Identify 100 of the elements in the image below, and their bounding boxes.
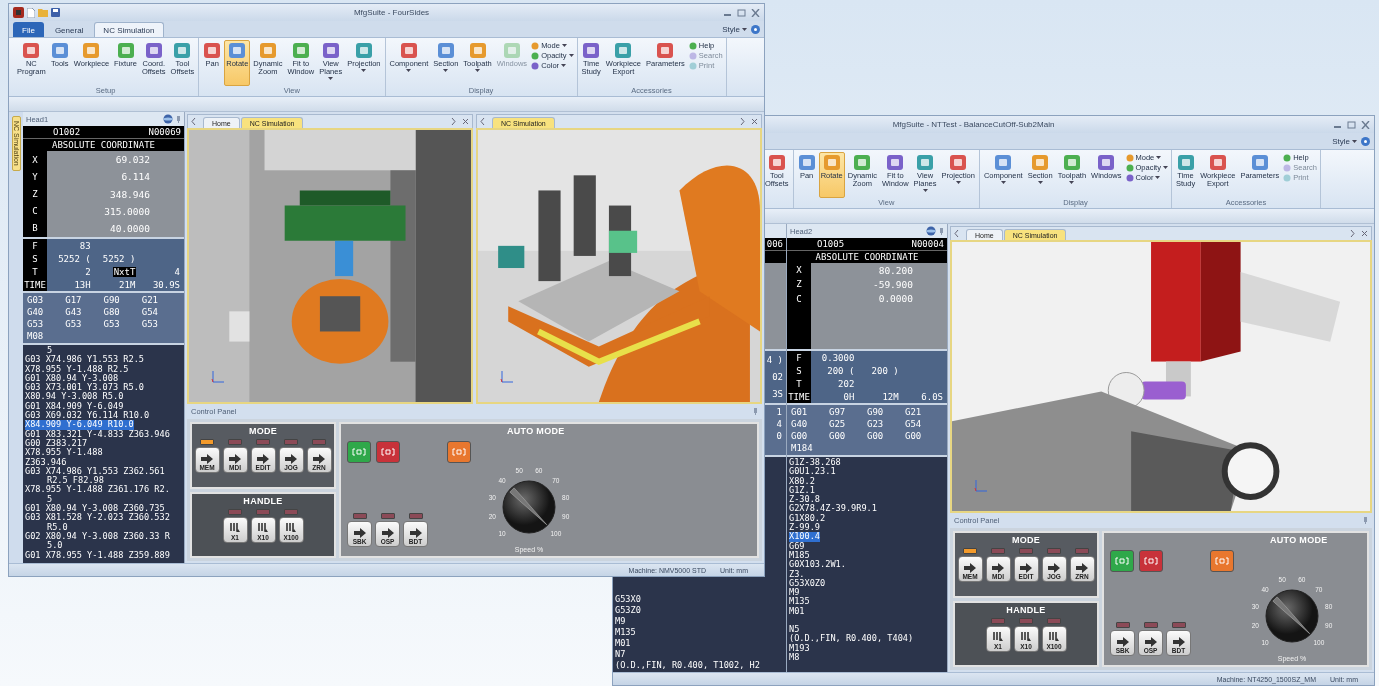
cycle-button[interactable] (1139, 550, 1163, 572)
axis-triad-icon (500, 370, 514, 384)
code-line[interactable]: (O.D.,FIN, R0.400, T404) (789, 634, 914, 644)
window-title: MfgSuite - FourSides (353, 8, 430, 17)
status-value: 200 ) (870, 365, 900, 376)
arrow-icon (1115, 637, 1130, 647)
code-line[interactable]: G01 X80.94 Y-3.008 (25, 373, 119, 384)
ribbon-tab[interactable]: General (45, 22, 93, 37)
ribbon-tab[interactable]: NC Simulation (94, 22, 164, 37)
code-line[interactable]: X78.955 Y-1.488 (25, 448, 103, 458)
code-line[interactable]: G02 X80.94 Y-3.008 Z360.33 R (25, 531, 170, 542)
help-icon[interactable] (1361, 137, 1370, 146)
status-value: 5252 ) (101, 253, 137, 264)
code-line[interactable]: M135 (789, 597, 810, 607)
app-icon[interactable] (13, 7, 24, 18)
code-line[interactable]: M8 (789, 652, 800, 663)
code-line[interactable]: G03 X74.986 Y1.553 R2.5 (25, 355, 144, 365)
tile-icon (50, 42, 69, 59)
code-line[interactable]: Z363.946 (25, 457, 67, 467)
tile-icon (853, 154, 872, 171)
code-line[interactable]: G01 X78.955 Y-1.488 Z359.889 (25, 550, 170, 560)
code-line[interactable]: G53X0 (615, 594, 641, 605)
code-line[interactable]: M01 (615, 638, 631, 649)
code-line[interactable]: X78.955 Y-1.488 R2.5 (25, 364, 129, 374)
pin-icon[interactable] (176, 115, 181, 123)
code-line[interactable]: G03 X74.986 Y1.553 Z362.561 (25, 466, 165, 477)
arrow-icon (1019, 563, 1033, 573)
code-line[interactable]: X80.2 (789, 476, 815, 486)
code-line[interactable]: M193 (789, 643, 810, 653)
code-line[interactable]: Z-99.9 (789, 523, 821, 533)
code-line[interactable]: G0U1.23.1 (789, 467, 836, 477)
close-icon[interactable] (751, 118, 758, 125)
code-line[interactable]: M185 (789, 550, 810, 561)
status-label: S (787, 364, 811, 377)
section-title: MODE (248, 426, 278, 436)
bars-icon (229, 522, 241, 534)
code-line[interactable]: G0X103.2W1. (789, 560, 846, 570)
cycle-button[interactable] (1210, 550, 1234, 572)
code-line[interactable]: X80.94 Y-3.008 R5.0 (25, 392, 124, 402)
code-line[interactable]: G2X78.4Z-39.9R9.1 (789, 504, 877, 514)
code-line[interactable]: 5 (25, 494, 53, 505)
code-line[interactable]: M9 (789, 588, 800, 598)
code-line[interactable]: G01 X80.94 Y-3.008 Z360.735 (25, 504, 165, 514)
tile-icon (354, 42, 373, 59)
cycle-button[interactable] (347, 441, 371, 463)
code-line[interactable]: M01 (789, 606, 805, 617)
arrow-icon (380, 528, 395, 538)
code-line[interactable]: G03 X73.001 Y3.073 R5.0 (25, 383, 144, 393)
cycle-button[interactable] (376, 441, 400, 463)
code-line[interactable]: R5.0 (25, 522, 68, 532)
close-icon[interactable] (751, 8, 760, 17)
style-menu[interactable]: Style (1330, 137, 1359, 146)
code-line[interactable]: G1X80.2 (789, 513, 826, 524)
code-line[interactable]: 5.0 (25, 541, 63, 551)
status-label: T (23, 265, 47, 278)
close-icon[interactable] (462, 118, 469, 125)
code-line[interactable]: Z3. (789, 569, 805, 579)
document-icon[interactable] (27, 7, 35, 18)
status-value: 6.0S (920, 391, 944, 402)
code-line[interactable]: Z-30.8 (789, 495, 821, 505)
code-line[interactable]: G69 (789, 541, 805, 551)
style-menu[interactable]: Style (720, 25, 749, 34)
save-icon[interactable] (51, 8, 60, 17)
arrow-icon (284, 454, 298, 464)
code-line[interactable]: G01 X83.321 Y-4.833 Z363.946 (25, 429, 170, 439)
code-line[interactable]: N5 (789, 616, 800, 635)
maximize-icon[interactable] (737, 8, 746, 17)
bars-icon (1020, 631, 1032, 643)
code-line[interactable]: N7 (615, 649, 626, 660)
code-line[interactable]: G53X0Z0 (789, 578, 826, 589)
section-title: MODE (1011, 535, 1041, 545)
code-line[interactable]: X78.955 Y-1.488 Z361.176 R2. (25, 485, 170, 495)
code-line[interactable]: G03 X81.528 Y-2.023 Z360.532 (25, 513, 170, 523)
pin-icon[interactable] (1363, 517, 1368, 524)
code-line[interactable]: G00 Z383.217 (25, 438, 88, 449)
pin-icon[interactable] (753, 408, 758, 415)
code-line[interactable]: G03 X69.032 Y6.114 R10.0 (25, 411, 150, 421)
cycle-button[interactable] (447, 441, 471, 463)
close-icon[interactable] (1361, 120, 1370, 129)
code-line[interactable]: 5 (25, 346, 53, 356)
pin-icon[interactable] (939, 227, 944, 235)
code-line[interactable]: G01 X84.909 Y-6.049 (25, 401, 124, 412)
status-label: S (23, 252, 47, 265)
code-line[interactable]: R2.5 F82.98 (25, 476, 104, 486)
close-icon[interactable] (1361, 230, 1368, 237)
help-icon[interactable] (751, 25, 760, 34)
caret-icon (406, 69, 412, 72)
modal-code: G00 (905, 430, 923, 442)
code-line[interactable]: M135 (615, 627, 636, 638)
code-line[interactable]: (O.D.,FIN, R0.400, T1002, H2 (615, 660, 760, 671)
tile-icon (614, 42, 633, 59)
dot-icon (531, 41, 540, 50)
code-line[interactable]: G1Z.1 (789, 485, 815, 496)
ribbon-tab[interactable]: File (13, 22, 44, 37)
code-line[interactable]: G53Z0 (615, 605, 641, 616)
arrow-icon (1075, 563, 1089, 573)
maximize-icon[interactable] (1347, 120, 1356, 129)
code-line[interactable]: G1Z-38.268 (789, 458, 841, 468)
cycle-button[interactable] (1110, 550, 1134, 572)
code-line[interactable]: M9 (615, 616, 626, 627)
